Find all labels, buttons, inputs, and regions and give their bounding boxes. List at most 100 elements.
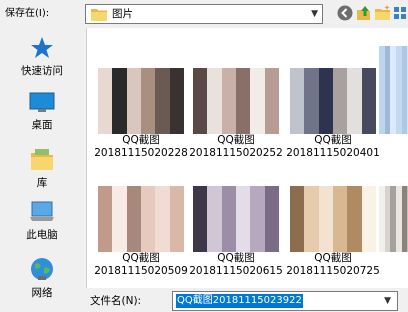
thumbnail-pixel	[347, 81, 362, 95]
file-thumbnail	[98, 186, 184, 252]
thumbnail-pixel	[347, 107, 362, 121]
thumbnail-pixel	[304, 81, 319, 95]
thumbnail-pixel	[318, 120, 333, 134]
thumbnail-pixel	[98, 186, 113, 200]
file-item[interactable]: QQ截图 20181115020401	[283, 68, 383, 160]
thumbnail-pixel	[318, 212, 333, 226]
thumbnail-pixel	[264, 94, 279, 108]
chevron-down-icon[interactable]: ▼	[311, 5, 318, 23]
thumbnail-pixel	[250, 81, 265, 95]
thumbnail-pixel	[332, 81, 348, 95]
thumbnail-pixel	[126, 212, 141, 226]
thumbnail-pixel	[169, 94, 184, 108]
network-icon	[31, 258, 53, 280]
thumbnail-pixel	[361, 212, 376, 226]
nav-item-desktop[interactable]: 桌面	[0, 90, 84, 132]
thumbnail-pixel	[304, 199, 319, 213]
thumbnail-pixel	[332, 186, 348, 200]
thumbnail-pixel	[193, 120, 208, 134]
thumbnail-pixel	[361, 238, 376, 252]
thumbnail-pixel	[304, 225, 319, 239]
thumbnail-pixel	[112, 212, 127, 226]
nav-item-this-pc[interactable]: 此电脑	[0, 200, 84, 242]
thumbnail-pixel	[235, 94, 251, 108]
file-thumbnail	[290, 68, 376, 134]
thumbnail-pixel	[221, 186, 236, 200]
nav-label: 网络	[31, 287, 53, 299]
desktop-icon	[29, 92, 55, 112]
thumbnail-pixel	[332, 107, 348, 121]
back-icon[interactable]	[337, 5, 353, 21]
file-item[interactable]	[379, 186, 408, 252]
file-item[interactable]: QQ截图 20181115020252	[186, 68, 286, 160]
thumbnail-pixel	[169, 212, 184, 226]
thumbnail-pixel	[126, 81, 141, 95]
thumbnail-pixel	[98, 68, 113, 82]
thumbnail-pixel	[332, 94, 348, 108]
thumbnail-pixel	[361, 81, 376, 95]
file-name-line1: QQ截图	[122, 134, 160, 146]
thumbnail-pixel	[332, 225, 348, 239]
view-menu-icon[interactable]	[393, 5, 407, 21]
file-name-input[interactable]: QQ截图20181115023922 ▼	[172, 291, 398, 311]
thumbnail-pixel	[361, 199, 376, 213]
thumbnail-pixel	[347, 68, 362, 82]
file-item[interactable]	[379, 46, 408, 134]
folder-icon	[91, 9, 107, 21]
thumbnail-pixel	[318, 186, 333, 200]
thumbnail-pixel	[264, 238, 279, 252]
chevron-down-icon[interactable]: ▼	[384, 292, 391, 310]
file-item[interactable]: QQ截图 20181115020615	[186, 186, 286, 278]
thumbnail-pixel	[169, 225, 184, 239]
thumbnail-pixel	[361, 225, 376, 239]
thumbnail-pixel	[193, 199, 208, 213]
file-name-line2: 20181115020509	[94, 265, 188, 277]
nav-item-network[interactable]: 网络	[0, 256, 84, 300]
file-item[interactable]: QQ截图 20181115020228	[91, 68, 191, 160]
nav-item-library[interactable]: 库	[0, 146, 84, 190]
thumbnail-pixel	[112, 81, 127, 95]
star-icon	[31, 37, 53, 58]
thumbnail-pixel	[140, 199, 156, 213]
thumbnail-pixel	[235, 68, 251, 82]
thumbnail-pixel	[250, 212, 265, 226]
thumbnail-pixel	[221, 107, 236, 121]
file-name-value[interactable]: QQ截图20181115023922	[176, 294, 303, 308]
file-item[interactable]: QQ截图 20181115020725	[283, 186, 383, 278]
file-item[interactable]: QQ截图 20181115020509	[91, 186, 191, 278]
thumbnail-pixel	[221, 94, 236, 108]
thumbnail-pixel	[140, 68, 156, 82]
file-thumbnail	[98, 68, 184, 134]
thumbnail-pixel	[290, 81, 305, 95]
thumbnail-pixel	[98, 94, 113, 108]
thumbnail-pixel	[332, 120, 348, 134]
thumbnail-pixel	[347, 225, 362, 239]
thumbnail-pixel	[112, 120, 127, 134]
thumbnail-pixel	[318, 107, 333, 121]
location-dropdown[interactable]: 图片 ▼	[85, 4, 323, 24]
nav-item-quick-access[interactable]: 快速访问	[0, 36, 84, 78]
file-list[interactable]: QQ截图 20181115020228 QQ截图 20181115020252 …	[86, 28, 408, 288]
thumbnail-pixel	[235, 107, 251, 121]
thumbnail-pixel	[193, 225, 208, 239]
thumbnail-pixel	[250, 238, 265, 252]
file-thumbnail	[290, 186, 376, 252]
thumbnail-pixel	[235, 225, 251, 239]
thumbnail-pixel	[304, 94, 319, 108]
thumbnail-pixel	[193, 238, 208, 252]
new-folder-icon[interactable]	[375, 5, 391, 21]
up-folder-icon[interactable]	[356, 5, 372, 21]
thumbnail-pixel	[140, 81, 156, 95]
thumbnail-pixel	[207, 225, 222, 239]
thumbnail-pixel	[98, 120, 113, 134]
thumbnail-pixel	[290, 225, 305, 239]
thumbnail-pixel	[207, 94, 222, 108]
thumbnail-pixel	[290, 212, 305, 226]
thumbnail-pixel	[126, 94, 141, 108]
thumbnail-pixel	[112, 238, 127, 252]
thumbnail-pixel	[304, 107, 319, 121]
thumbnail-pixel	[112, 225, 127, 239]
thumbnail-pixel	[155, 107, 170, 121]
thumbnail-pixel	[221, 68, 236, 82]
thumbnail-pixel	[221, 120, 236, 134]
